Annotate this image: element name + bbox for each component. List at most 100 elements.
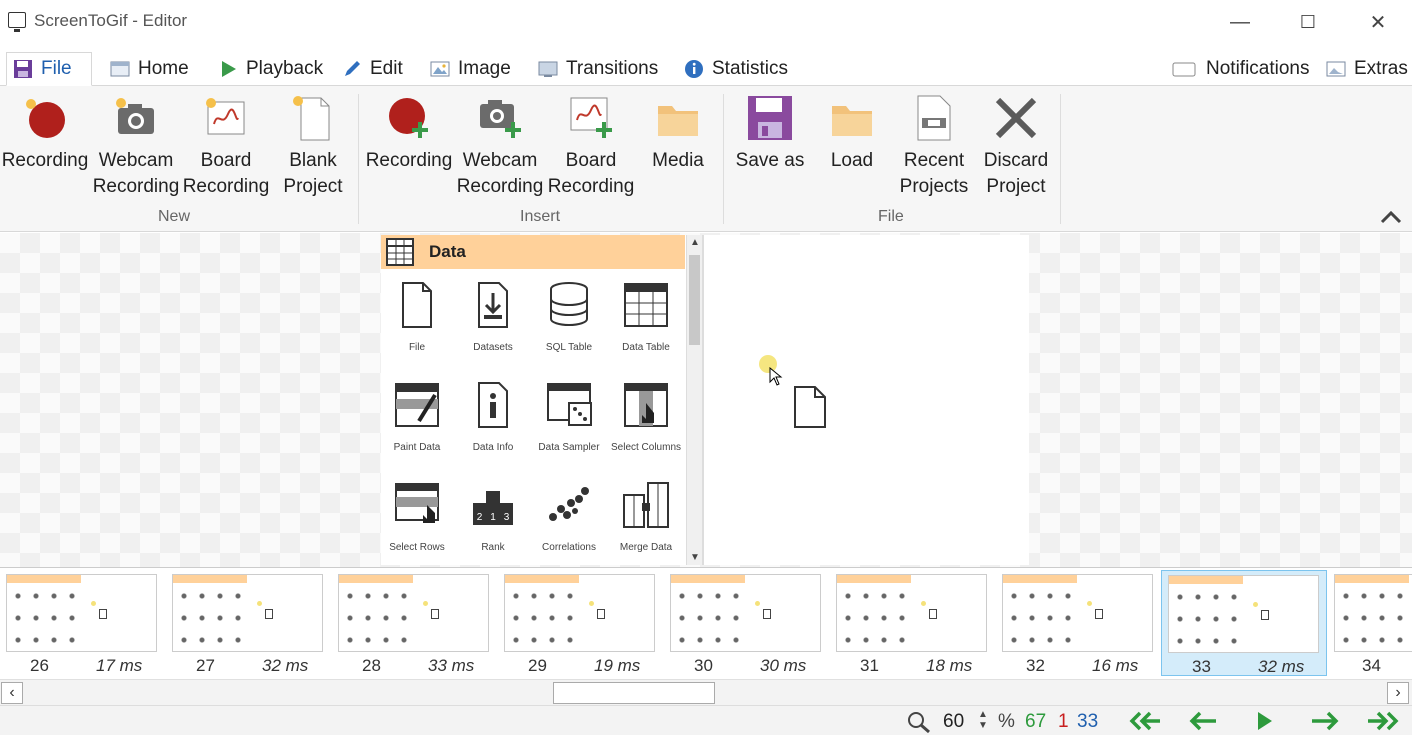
insert-board-recording-button[interactable]: Board Recording <box>547 94 635 200</box>
new-recording-button[interactable]: Recording <box>2 94 88 174</box>
record-add-icon <box>389 98 428 138</box>
frame-strip[interactable]: 26 17 ms 27 32 ms 28 33 ms 29 19 ms 30 3… <box>0 567 1412 679</box>
play-button[interactable] <box>1246 709 1282 733</box>
frame-number: 33 <box>1192 657 1211 676</box>
new-webcam-recording-button[interactable]: Webcam Recording <box>92 94 180 200</box>
tab-home[interactable]: Home <box>104 52 195 86</box>
close-button[interactable]: ✕ <box>1348 4 1408 40</box>
widget-sql-table[interactable]: SQL Table <box>531 281 607 353</box>
first-frame-button[interactable] <box>1126 709 1162 733</box>
notifications-button[interactable]: Notifications <box>1166 52 1316 86</box>
insert-media-button[interactable]: Media <box>640 94 716 174</box>
collapse-ribbon-button[interactable] <box>1378 206 1404 228</box>
recent-projects-button[interactable]: Recent Projects <box>894 94 974 200</box>
zoom-stepper[interactable]: ▲ ▼ <box>978 709 988 731</box>
group-divider <box>358 94 359 224</box>
group-label-insert: Insert <box>520 208 561 225</box>
record-icon <box>26 99 65 138</box>
button-label: Discard <box>983 150 1049 171</box>
tab-statistics[interactable]: Statistics <box>678 52 794 86</box>
table-icon <box>624 283 668 327</box>
insert-webcam-recording-button[interactable]: Webcam Recording <box>456 94 544 200</box>
widget-paint-data[interactable]: Paint Data <box>379 381 455 453</box>
widget-merge-data[interactable]: Merge Data <box>608 481 684 553</box>
panel-scrollbar[interactable]: ▲ ▼ <box>686 235 702 565</box>
new-board-recording-button[interactable]: Board Recording <box>182 94 270 200</box>
datasets-icon <box>478 282 508 328</box>
frame-image <box>6 574 157 652</box>
tab-transitions[interactable]: Transitions <box>532 52 664 86</box>
frame-thumbnail[interactable]: 32 16 ms <box>996 570 1162 676</box>
group-divider <box>723 94 724 224</box>
frame-thumbnail[interactable]: 30 30 ms <box>664 570 830 676</box>
folder-open-icon <box>832 106 872 136</box>
frame-duration: 32 ms <box>1258 657 1305 676</box>
widget-label: SQL Table <box>545 342 593 353</box>
camera-icon <box>116 98 154 134</box>
widget-rank[interactable]: 2 1 3 Rank <box>455 481 531 553</box>
widget-select-rows[interactable]: Select Rows <box>379 481 455 553</box>
scroll-down-icon[interactable]: ▼ <box>687 552 703 563</box>
widget-correlations[interactable]: Correlations <box>531 481 607 553</box>
widget-data-sampler[interactable]: Data Sampler <box>531 381 607 453</box>
frame-thumbnail[interactable]: 31 18 ms <box>830 570 996 676</box>
widget-data-info[interactable]: Data Info <box>455 381 531 453</box>
new-blank-project-button[interactable]: Blank Project <box>272 94 354 200</box>
widget-datasets[interactable]: Datasets <box>455 281 531 353</box>
scroll-up-icon[interactable]: ▲ <box>687 237 703 248</box>
frame-duration: 32 ms <box>262 656 309 675</box>
widget-label: Data Table <box>622 342 670 353</box>
title-bar: ScreenToGif - Editor — ☐ ✕ <box>0 0 1412 44</box>
tab-label: Playback <box>246 58 324 79</box>
scrollbar-thumb[interactable] <box>553 682 715 704</box>
load-button[interactable]: Load <box>816 94 888 174</box>
button-label: Webcam <box>98 150 174 171</box>
scrollbar-thumb[interactable] <box>689 255 700 345</box>
extras-label: Extras <box>1354 58 1408 79</box>
frame-thumbnail[interactable]: 29 19 ms <box>498 570 664 676</box>
tab-file[interactable]: File <box>6 52 92 86</box>
frame-thumbnail[interactable]: 34 <box>1328 570 1412 676</box>
tab-label: Transitions <box>566 58 659 79</box>
insert-recording-button[interactable]: Recording <box>366 94 452 174</box>
ribbon: Recording Webcam Recording Board Recordi… <box>0 86 1412 232</box>
notification-icon <box>1172 62 1196 77</box>
button-label: Recording <box>182 176 270 197</box>
scatter-icon <box>549 487 589 521</box>
tab-image[interactable]: Image <box>424 52 517 86</box>
widget-label: Data Sampler <box>538 442 600 453</box>
widget-label: Rank <box>481 542 505 553</box>
frame-number: 28 <box>362 656 381 675</box>
scroll-right-icon[interactable]: › <box>1387 682 1409 704</box>
notifications-label: Notifications <box>1206 58 1310 79</box>
scroll-left-icon[interactable]: ‹ <box>1 682 23 704</box>
widget-select-columns[interactable]: Select Columns <box>608 381 684 453</box>
tab-edit[interactable]: Edit <box>336 52 409 86</box>
widget-file[interactable]: File <box>379 281 455 353</box>
widget-data-table[interactable]: Data Table <box>608 281 684 353</box>
save-as-button[interactable]: Save as <box>732 94 808 174</box>
last-frame-button[interactable] <box>1366 709 1402 733</box>
frame-number: 26 <box>30 656 49 675</box>
discard-project-button[interactable]: Discard Project <box>978 94 1054 200</box>
group-divider <box>1060 94 1061 224</box>
extras-button[interactable]: Extras <box>1320 52 1412 86</box>
frame-number: 29 <box>528 656 547 675</box>
widget-panel-header: Data <box>381 235 685 269</box>
frame-thumbnail[interactable]: 28 33 ms <box>332 570 498 676</box>
frame-thumbnail[interactable]: 26 17 ms <box>0 570 166 676</box>
minimize-button[interactable]: — <box>1210 4 1270 40</box>
file-icon <box>402 282 432 328</box>
tab-playback[interactable]: Playback <box>212 52 329 86</box>
frame-strip-scrollbar[interactable]: ‹ › <box>0 679 1412 705</box>
next-frame-button[interactable] <box>1306 709 1342 733</box>
maximize-button[interactable]: ☐ <box>1278 4 1338 40</box>
info-doc-icon <box>478 382 508 428</box>
zoom-value[interactable]: 60 <box>943 711 964 733</box>
frame-thumbnail-selected[interactable]: 33 32 ms <box>1161 570 1327 676</box>
frame-thumbnail[interactable]: 27 32 ms <box>166 570 332 676</box>
button-label: Board <box>565 150 617 171</box>
group-label-new: New <box>158 208 191 225</box>
panel-divider <box>702 235 704 565</box>
previous-frame-button[interactable] <box>1186 709 1222 733</box>
